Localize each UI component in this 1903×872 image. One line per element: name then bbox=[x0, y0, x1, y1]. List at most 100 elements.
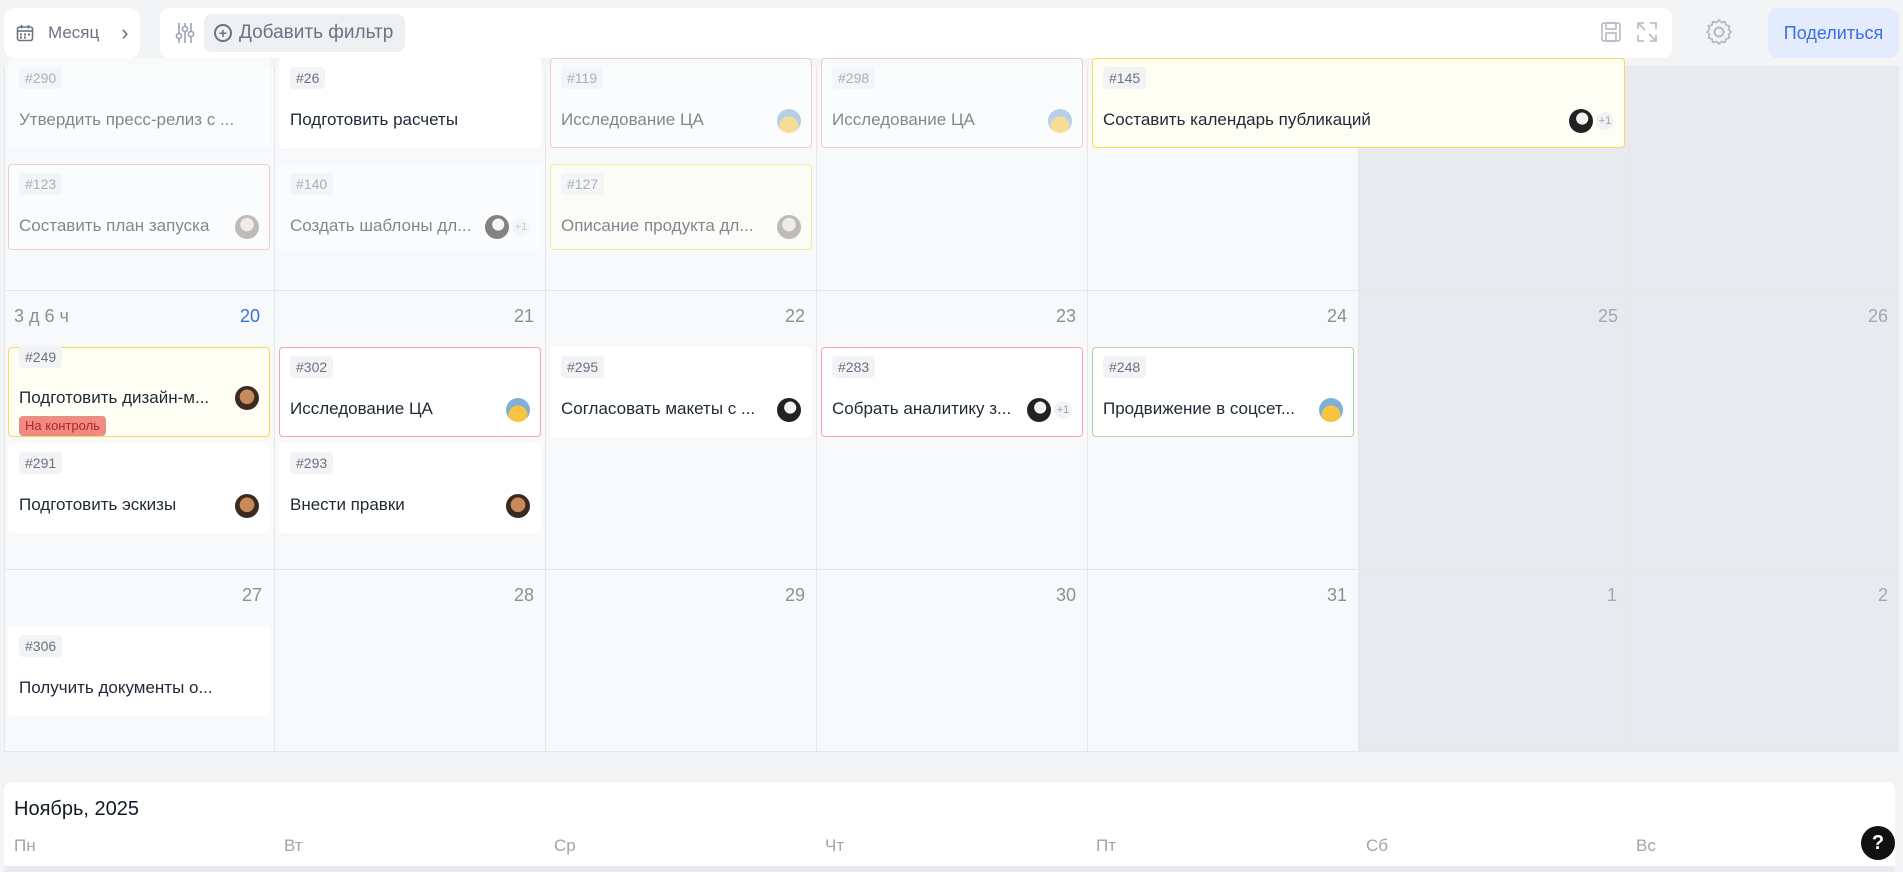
save-icon[interactable] bbox=[1600, 21, 1622, 43]
day-cell-weekend[interactable] bbox=[1630, 66, 1899, 290]
grid-line bbox=[4, 751, 1899, 752]
help-button[interactable]: ? bbox=[1861, 826, 1895, 860]
task-id: #291 bbox=[19, 452, 63, 474]
add-filter-label: Добавить фильтр bbox=[239, 22, 394, 43]
task-title: Составить календарь публикаций bbox=[1103, 110, 1371, 129]
sliders-icon[interactable] bbox=[174, 21, 196, 45]
more-assignees: +1 bbox=[1054, 401, 1072, 419]
task-card[interactable]: #283 Собрать аналитику з... +1 bbox=[821, 347, 1083, 437]
share-label: Поделиться bbox=[1783, 22, 1884, 43]
weekday-label: Вт bbox=[284, 836, 303, 855]
task-card[interactable]: #293 Внести правки bbox=[279, 443, 541, 533]
view-mode-label: Месяц bbox=[48, 23, 100, 42]
task-title: Внести правки bbox=[290, 495, 405, 514]
task-card[interactable]: #248 Продвижение в соцсет... bbox=[1092, 347, 1354, 437]
day-number: 21 bbox=[514, 306, 535, 326]
task-card[interactable]: #127 Описание продукта дл... bbox=[550, 164, 812, 250]
task-title: Исследование ЦА bbox=[832, 110, 975, 129]
day-cell-weekend[interactable] bbox=[1630, 291, 1899, 569]
task-id: #283 bbox=[832, 356, 876, 378]
weekday-label: Ср bbox=[554, 836, 576, 855]
task-title: Описание продукта дл... bbox=[561, 216, 754, 235]
task-id: #26 bbox=[290, 67, 326, 89]
avatar bbox=[1569, 109, 1593, 133]
day-cell[interactable] bbox=[1088, 570, 1358, 752]
day-cell-weekend[interactable] bbox=[1359, 570, 1629, 752]
month-title: Ноябрь, 2025 bbox=[14, 798, 139, 820]
avatar bbox=[235, 215, 259, 239]
task-id: #127 bbox=[561, 173, 605, 195]
overdue-timer: 3 д 6 ч bbox=[14, 306, 69, 326]
filter-bar: + Добавить фильтр bbox=[160, 8, 1672, 58]
task-title: Утвердить пресс-релиз с ... bbox=[19, 110, 235, 129]
avatar bbox=[485, 215, 509, 239]
share-button[interactable]: Поделиться bbox=[1768, 8, 1899, 58]
avatar bbox=[1048, 109, 1072, 133]
task-id: #298 bbox=[832, 67, 876, 89]
weekday-label: Вс bbox=[1636, 836, 1656, 855]
avatar bbox=[235, 494, 259, 518]
grid-edge bbox=[4, 866, 1895, 872]
avatar bbox=[777, 109, 801, 133]
day-cell[interactable] bbox=[817, 570, 1087, 752]
task-card[interactable]: #291 Подготовить эскизы bbox=[8, 443, 270, 533]
day-cell[interactable] bbox=[275, 570, 545, 752]
grid-line bbox=[1358, 66, 1359, 752]
task-id: #302 bbox=[290, 356, 334, 378]
grid-line bbox=[274, 66, 275, 752]
task-card[interactable]: #140 Создать шаблоны дл... +1 bbox=[279, 164, 541, 250]
task-title: Исследование ЦА bbox=[290, 399, 433, 418]
task-card[interactable]: #249 Подготовить дизайн-м... На контроль bbox=[8, 346, 270, 437]
task-card[interactable]: #295 Согласовать макеты с ... bbox=[550, 347, 812, 437]
task-id: #306 bbox=[19, 635, 63, 657]
task-title: Составить план запуска bbox=[19, 216, 210, 235]
task-id: #123 bbox=[19, 173, 63, 195]
plus-circle-icon: + bbox=[214, 24, 232, 42]
task-id: #140 bbox=[290, 173, 334, 195]
task-card[interactable]: #302 Исследование ЦА bbox=[279, 347, 541, 437]
grid-line bbox=[1629, 66, 1630, 752]
task-card[interactable]: #306 Получить документы о... bbox=[8, 626, 270, 716]
view-switch-button[interactable]: Месяц › bbox=[4, 8, 140, 58]
task-title: Создать шаблоны дл... bbox=[290, 216, 472, 235]
day-cell-weekend[interactable] bbox=[1630, 570, 1899, 752]
day-number: 23 bbox=[1056, 306, 1077, 326]
day-cell[interactable] bbox=[546, 570, 816, 752]
month-grid: 3 д 6 ч 20 21 22 23 24 25 26 27 28 29 30… bbox=[4, 58, 1899, 752]
avatar bbox=[1027, 398, 1051, 422]
day-number: 2 bbox=[1878, 585, 1889, 605]
gear-icon[interactable] bbox=[1704, 17, 1734, 47]
task-card-multiday[interactable]: #145 Составить календарь публикаций +1 bbox=[1092, 58, 1625, 148]
grid-line bbox=[816, 66, 817, 752]
day-cell-weekend[interactable] bbox=[1359, 291, 1629, 569]
task-id: #249 bbox=[19, 346, 63, 368]
task-title: Исследование ЦА bbox=[561, 110, 704, 129]
day-number: 25 bbox=[1598, 306, 1619, 326]
avatar bbox=[235, 386, 259, 410]
chevron-right-icon: › bbox=[121, 20, 129, 45]
task-card[interactable]: #123 Составить план запуска bbox=[8, 164, 270, 250]
task-title: Продвижение в соцсет... bbox=[1103, 399, 1295, 418]
task-card[interactable]: #290 Утвердить пресс-релиз с ... bbox=[8, 58, 270, 148]
expand-icon[interactable] bbox=[1636, 21, 1658, 43]
weekday-label: Пн bbox=[14, 836, 36, 855]
day-number-today: 20 bbox=[240, 306, 261, 326]
weekday-label: Пт bbox=[1096, 836, 1117, 855]
status-badge: На контроль bbox=[19, 416, 106, 436]
task-card[interactable]: #26 Подготовить расчеты bbox=[279, 58, 541, 148]
day-number: 22 bbox=[785, 306, 806, 326]
calendar-app: Месяц › + Добавить фильтр Поделиться 3 д… bbox=[0, 0, 1903, 872]
grid-line bbox=[4, 66, 5, 752]
task-title: Подготовить эскизы bbox=[19, 495, 177, 514]
add-filter-button[interactable]: + Добавить фильтр bbox=[204, 14, 406, 52]
grid-line bbox=[4, 569, 1899, 570]
task-card[interactable]: #298 Исследование ЦА bbox=[821, 58, 1083, 148]
day-number: 29 bbox=[785, 585, 806, 605]
task-card[interactable]: #119 Исследование ЦА bbox=[550, 58, 812, 148]
day-number: 26 bbox=[1868, 306, 1889, 326]
task-id: #295 bbox=[561, 356, 605, 378]
avatar bbox=[1319, 398, 1343, 422]
avatar bbox=[777, 215, 801, 239]
task-id: #290 bbox=[19, 67, 63, 89]
more-assignees: +1 bbox=[512, 218, 530, 236]
